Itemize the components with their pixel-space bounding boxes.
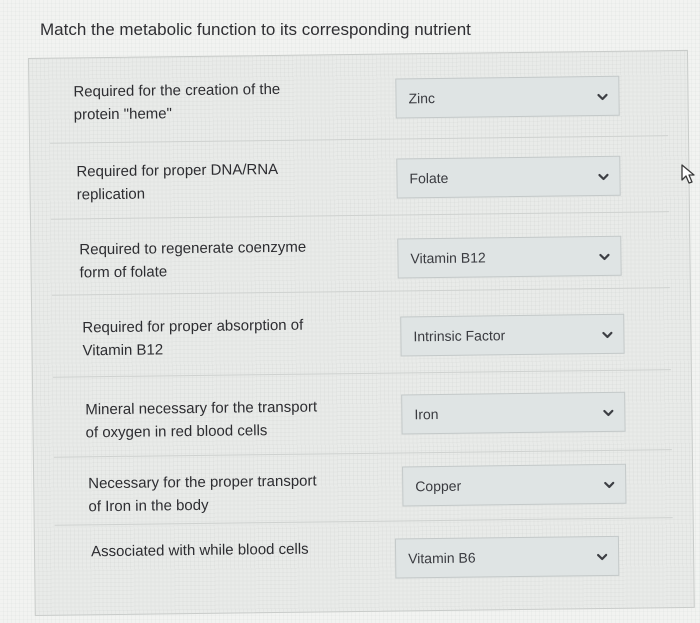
chevron-down-icon <box>599 253 610 261</box>
nutrient-dropdown[interactable]: Folate <box>396 155 621 199</box>
matching-row: Required for proper DNA/RNA replication … <box>30 131 688 220</box>
prompt-line: form of folate <box>79 263 168 282</box>
prompt-line: Required for proper DNA/RNA <box>76 160 279 181</box>
matching-panel: Required for the creation of the protein… <box>28 49 695 616</box>
chevron-down-icon <box>597 553 608 561</box>
chevron-down-icon <box>597 93 608 101</box>
chevron-down-icon <box>604 481 615 489</box>
function-prompt: Required for proper DNA/RNA replication <box>76 157 347 206</box>
prompt-line: Vitamin B12 <box>82 341 164 360</box>
function-prompt: Required for proper absorption of Vitami… <box>82 313 353 362</box>
nutrient-dropdown[interactable]: Vitamin B6 <box>394 535 620 579</box>
row-divider <box>52 369 671 378</box>
selected-nutrient: Vitamin B12 <box>410 249 486 267</box>
row-divider <box>53 449 672 458</box>
nutrient-dropdown[interactable]: Intrinsic Factor <box>400 313 625 357</box>
prompt-line: Necessary for the proper transport <box>88 472 317 493</box>
nutrient-dropdown[interactable]: Iron <box>401 391 626 435</box>
prompt-line: of oxygen in red blood cells <box>85 422 268 442</box>
chevron-down-icon <box>603 409 614 417</box>
selected-nutrient: Copper <box>415 477 462 495</box>
function-prompt: Required for the creation of the protein… <box>73 77 344 126</box>
row-divider <box>54 517 673 526</box>
function-prompt: Necessary for the proper transport of Ir… <box>88 469 359 518</box>
selected-nutrient: Folate <box>409 169 449 187</box>
row-divider <box>50 211 669 220</box>
chevron-down-icon <box>602 331 613 339</box>
prompt-line: of Iron in the body <box>88 496 209 516</box>
nutrient-dropdown[interactable]: Copper <box>402 463 627 507</box>
matching-row: Required for the creation of the protein… <box>29 51 687 144</box>
prompt-line: Required for the creation of the <box>73 80 281 101</box>
row-divider <box>51 287 670 296</box>
prompt-line: Associated with while blood cells <box>90 540 309 561</box>
selected-nutrient: Zinc <box>408 90 436 107</box>
mouse-pointer-icon <box>681 164 695 184</box>
prompt-line: Mineral necessary for the transport <box>85 398 318 419</box>
row-divider <box>50 135 669 144</box>
prompt-line: Required to regenerate coenzyme <box>79 238 307 259</box>
function-prompt: Required to regenerate coenzyme form of … <box>79 235 350 284</box>
prompt-line: Required for proper absorption of <box>82 316 304 337</box>
chevron-down-icon <box>598 173 609 181</box>
selected-nutrient: Iron <box>414 406 439 423</box>
question-title: Match the metabolic function to its corr… <box>40 20 471 39</box>
selected-nutrient: Vitamin B6 <box>408 549 476 567</box>
prompt-line: protein "heme" <box>73 105 172 124</box>
quiz-page: Match the metabolic function to its corr… <box>0 0 700 623</box>
nutrient-dropdown[interactable]: Zinc <box>395 75 620 119</box>
prompt-line: replication <box>76 185 146 204</box>
nutrient-dropdown[interactable]: Vitamin B12 <box>397 235 622 279</box>
function-prompt: Associated with while blood cells <box>91 537 361 563</box>
function-prompt: Mineral necessary for the transport of o… <box>85 395 356 444</box>
selected-nutrient: Intrinsic Factor <box>413 327 506 345</box>
